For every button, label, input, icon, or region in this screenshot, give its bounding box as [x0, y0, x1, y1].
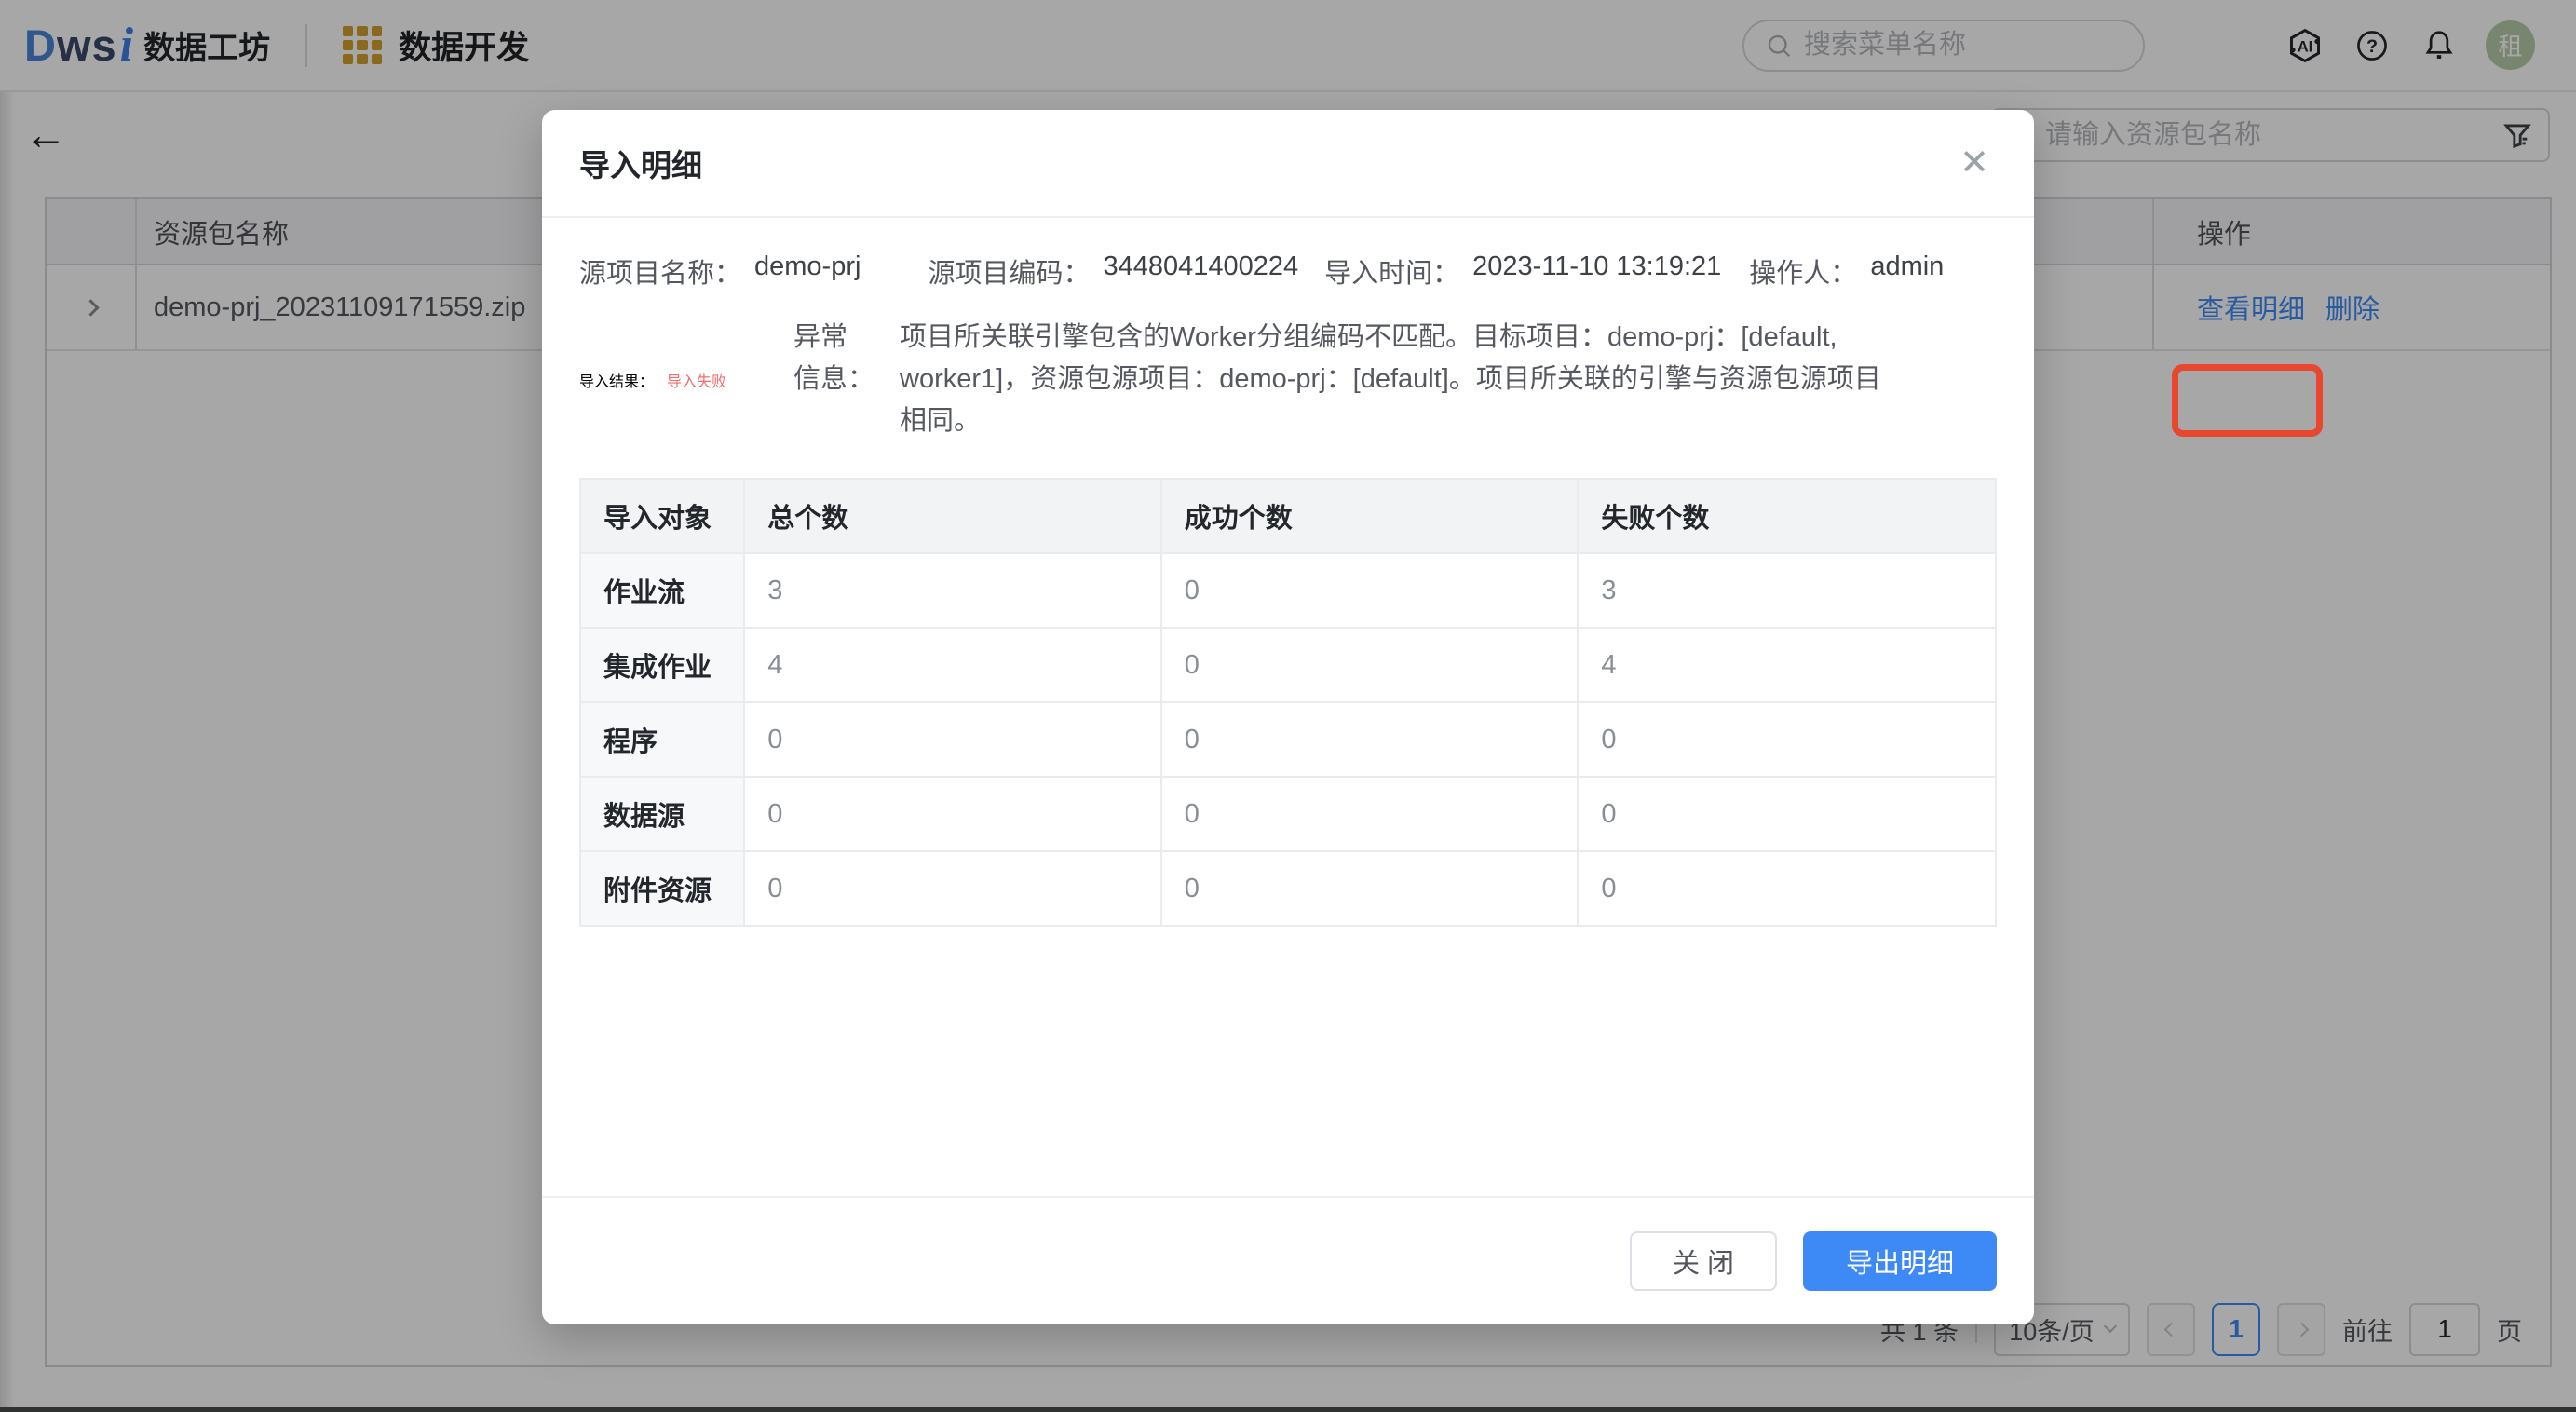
row-success: 0 — [1161, 777, 1579, 851]
summary-header-row: 导入对象 总个数 成功个数 失败个数 — [580, 479, 1996, 553]
error-label-line2: 信息： — [793, 359, 875, 401]
source-name-value: demo-prj — [754, 251, 861, 291]
source-code-pair: 源项目编码： 3448041400224 — [928, 251, 1298, 291]
error-info-block: 异常 信息： 项目所关联引擎包含的Worker分组编码不匹配。目标项目：demo… — [793, 317, 1894, 442]
row-success: 0 — [1161, 628, 1579, 702]
row-label: 程序 — [580, 702, 744, 777]
operator-pair: 操作人： admin — [1749, 251, 1944, 291]
modal-title: 导入明细 — [579, 141, 702, 185]
row-label: 作业流 — [580, 553, 744, 628]
error-label-line1: 异常 — [793, 317, 875, 359]
import-detail-modal: 导入明细 ✕ 源项目名称： demo-prj 源项目编码： 3448041400… — [542, 110, 2034, 1324]
import-result-value: 导入失败 — [667, 369, 726, 391]
row-success: 0 — [1161, 553, 1579, 628]
error-info-label: 异常 信息： — [793, 317, 875, 442]
row-label: 数据源 — [580, 777, 744, 851]
row-fail: 0 — [1578, 777, 1996, 851]
row-label: 附件资源 — [580, 851, 744, 926]
row-total: 0 — [744, 851, 1161, 926]
header-total-count: 总个数 — [744, 479, 1161, 553]
table-row: 作业流 3 0 3 — [580, 553, 1996, 628]
row-success: 0 — [1161, 702, 1579, 777]
source-code-label: 源项目编码： — [928, 251, 1090, 291]
click-target-annotation-box — [2172, 364, 2323, 437]
modal-body: 源项目名称： demo-prj 源项目编码： 3448041400224 导入时… — [542, 218, 2034, 927]
import-time-pair: 导入时间： 2023-11-10 13:19:21 — [1324, 251, 1721, 291]
import-result-label: 导入结果： — [579, 369, 654, 391]
import-summary-table: 导入对象 总个数 成功个数 失败个数 作业流 3 0 3 集成作业 — [579, 478, 1997, 927]
close-button[interactable]: 关 闭 — [1630, 1231, 1777, 1291]
row-success: 0 — [1161, 851, 1579, 926]
row-fail: 0 — [1578, 851, 1996, 926]
header-import-object: 导入对象 — [580, 479, 744, 553]
import-time-value: 2023-11-10 13:19:21 — [1472, 251, 1721, 291]
export-detail-button[interactable]: 导出明细 — [1803, 1231, 1997, 1291]
table-row: 集成作业 4 0 4 — [580, 628, 1996, 702]
row-total: 4 — [744, 628, 1161, 702]
source-name-pair: 源项目名称： demo-prj — [579, 251, 861, 291]
modal-header: 导入明细 ✕ — [542, 110, 2034, 218]
modal-footer: 关 闭 导出明细 — [542, 1196, 2034, 1324]
import-info-row-2: 导入结果： 导入失败 异常 信息： 项目所关联引擎包含的Worker分组编码不匹… — [579, 317, 1997, 442]
close-icon[interactable]: ✕ — [1959, 145, 1989, 181]
header-success-count: 成功个数 — [1161, 479, 1579, 553]
row-label: 集成作业 — [580, 628, 744, 702]
operator-value: admin — [1870, 251, 1944, 291]
import-time-label: 导入时间： — [1324, 251, 1459, 291]
error-message: 项目所关联引擎包含的Worker分组编码不匹配。目标项目：demo-prj：[d… — [900, 317, 1894, 442]
header-fail-count: 失败个数 — [1578, 479, 1996, 553]
row-fail: 0 — [1578, 702, 1996, 777]
row-fail: 4 — [1578, 628, 1996, 702]
import-info-row-1: 源项目名称： demo-prj 源项目编码： 3448041400224 导入时… — [579, 251, 1997, 291]
source-code-value: 3448041400224 — [1103, 251, 1298, 291]
row-total: 0 — [744, 702, 1161, 777]
operator-label: 操作人： — [1749, 251, 1857, 291]
screen: D ws i 数据工坊 数据开发 — [0, 0, 2576, 1412]
import-result-pair: 导入结果： 导入失败 — [579, 369, 726, 391]
row-total: 0 — [744, 777, 1161, 851]
row-fail: 3 — [1578, 553, 1996, 628]
table-row: 附件资源 0 0 0 — [580, 851, 1996, 926]
table-row: 程序 0 0 0 — [580, 702, 1996, 777]
row-total: 3 — [744, 553, 1161, 628]
source-name-label: 源项目名称： — [579, 251, 741, 291]
table-row: 数据源 0 0 0 — [580, 777, 1996, 851]
